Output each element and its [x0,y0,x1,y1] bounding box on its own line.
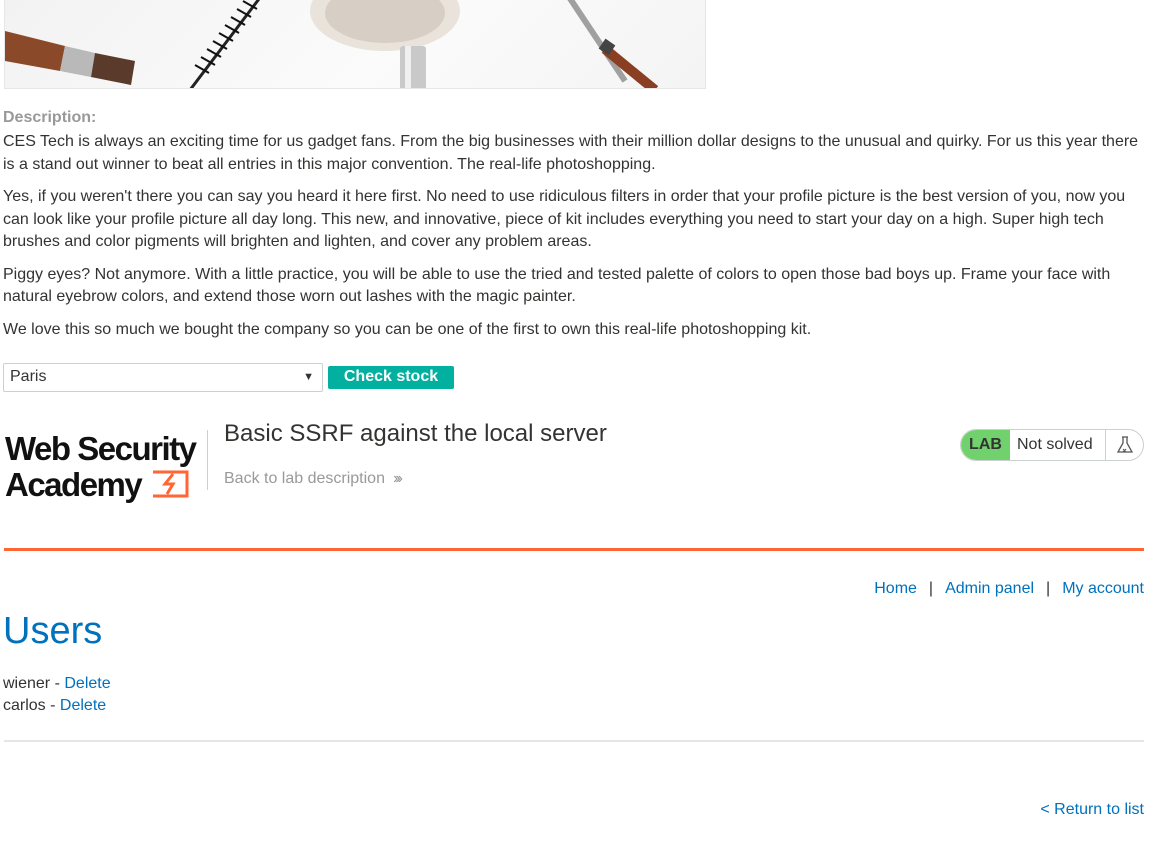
description-paragraph: CES Tech is always an exciting time for … [3,133,1139,173]
lab-badge: LAB [961,430,1010,460]
user-separator: - [45,697,60,714]
content-divider [4,740,1144,742]
user-row: wiener - Delete [3,673,111,695]
product-image [4,0,706,89]
delete-user-link[interactable]: Delete [64,675,110,692]
description-paragraph: We love this so much we bought the compa… [3,320,812,338]
logo-line2: Academy [5,466,143,503]
user-row: carlos - Delete [3,695,111,717]
logo-bolt-icon [153,470,189,498]
delete-user-link[interactable]: Delete [60,697,106,714]
check-stock-button[interactable]: Check stock [328,365,454,389]
description-paragraph: Piggy eyes? Not anymore. With a little p… [3,265,1111,306]
top-navigation: Home | Admin panel | My account [874,580,1144,598]
lab-title: Basic SSRF against the local server [224,420,607,447]
nav-home-link[interactable]: Home [874,580,917,598]
lab-status-text: Not solved [1017,436,1093,453]
nav-separator: | [1046,580,1051,597]
back-to-lab-link[interactable]: Back to lab description ››› [224,470,403,488]
brush-left-illustration [5,31,135,85]
description-paragraph: Yes, if you weren't there you can say yo… [3,188,1126,250]
web-security-academy-logo[interactable]: Web Security Academy [3,428,208,508]
users-list: wiener - Delete carlos - Delete [3,673,111,717]
logo-divider [207,430,208,490]
mascara-illustration [189,0,261,88]
description-body: CES Tech is always an exciting time for … [3,131,1153,351]
lab-status-widget: LAB Not solved [960,429,1144,461]
user-name: wiener [3,675,51,692]
nav-my-account-link[interactable]: My account [1062,580,1144,598]
store-select-value: Paris [10,368,47,385]
chevron-down-icon: ▼ [303,371,314,383]
flask-icon [1105,430,1143,460]
store-select[interactable]: Paris ▼ [3,362,323,392]
stock-check-form: Paris ▼ Check stock [3,362,454,392]
nav-admin-panel-link[interactable]: Admin panel [945,580,1034,598]
user-name: carlos [3,697,46,714]
user-separator: - [50,675,65,692]
double-chevron-right-icon: ››› [392,470,403,487]
return-to-list-link[interactable]: < Return to list [1040,801,1144,819]
logo-line1: Web Security [5,430,198,467]
page-title: Users [3,610,103,652]
nav-separator: | [928,580,934,597]
header-divider [4,548,1144,551]
description-label: Description: [3,109,97,126]
academy-header: Web Security Academy Basic SSRF against … [3,420,1144,510]
back-link-label: Back to lab description [224,470,385,487]
powder-brush-illustration [310,0,460,88]
brush-right-illustration [567,0,659,88]
